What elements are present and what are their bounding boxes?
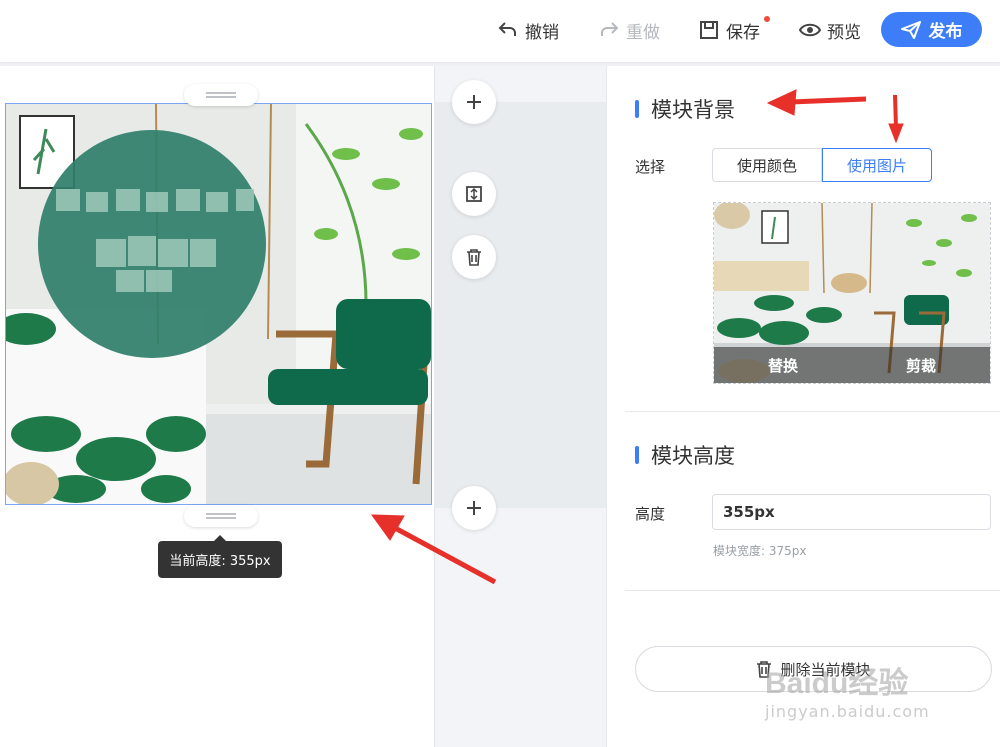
canvas-gutter <box>434 102 606 508</box>
background-image-preview[interactable]: 替换 剪裁 <box>713 202 991 384</box>
height-tooltip: 当前高度: 355px <box>158 535 282 578</box>
resize-module-button[interactable] <box>452 172 496 216</box>
section-divider <box>625 411 1000 412</box>
redo-icon <box>598 19 620 41</box>
image-module[interactable] <box>5 103 432 505</box>
add-module-below-button[interactable] <box>452 486 496 530</box>
height-title-text: 模块高度 <box>651 444 735 468</box>
section-marker <box>635 100 639 118</box>
eye-icon <box>799 19 821 41</box>
plus-icon <box>467 95 481 109</box>
section-marker <box>635 446 639 464</box>
background-type-toggle: 使用颜色 使用图片 <box>712 148 932 182</box>
bottom-resize-handle[interactable] <box>184 505 258 527</box>
height-label: 高度 <box>635 505 666 523</box>
baidu-watermark: Baidu经验 jingyan.baidu.com <box>765 640 985 726</box>
unsaved-dot <box>764 16 770 22</box>
undo-button[interactable]: 撤销 <box>497 16 559 44</box>
add-module-above-button[interactable] <box>452 80 496 124</box>
delete-module-quick-button[interactable] <box>452 235 496 279</box>
image-action-bar: 替换 剪裁 <box>714 347 990 383</box>
save-button[interactable]: 保存 <box>698 16 770 44</box>
plus-icon <box>467 501 481 515</box>
preview-button[interactable]: 预览 <box>799 16 861 44</box>
module-width-hint: 模块宽度: 375px <box>713 544 807 558</box>
use-color-option[interactable]: 使用颜色 <box>712 148 822 182</box>
publish-label: 发布 <box>928 22 963 42</box>
send-icon <box>900 20 921 39</box>
height-input[interactable]: 355px <box>712 494 991 530</box>
watermark-brand: Baidu经验 <box>765 667 909 700</box>
crop-image-button[interactable]: 剪裁 <box>852 347 990 383</box>
choose-label: 选择 <box>635 158 666 176</box>
publish-button[interactable]: 发布 <box>881 12 982 47</box>
preview-label: 预览 <box>827 22 861 43</box>
height-section-title: 模块高度 <box>635 440 735 470</box>
undo-label: 撤销 <box>525 22 559 43</box>
background-title-text: 模块背景 <box>651 98 735 122</box>
resize-icon <box>466 186 482 202</box>
section-divider <box>625 590 1000 591</box>
top-toolbar: 撤销 重做 保存 预览 发布 <box>0 0 1000 63</box>
undo-icon <box>497 19 519 41</box>
redo-label: 重做 <box>626 22 660 43</box>
save-icon <box>698 19 720 41</box>
trash-icon <box>467 249 481 266</box>
save-label: 保存 <box>726 22 760 43</box>
watermark-url: jingyan.baidu.com <box>765 702 930 721</box>
replace-image-button[interactable]: 替换 <box>714 347 852 383</box>
module-background-image <box>6 104 431 504</box>
top-resize-handle[interactable] <box>184 84 258 106</box>
redo-button[interactable]: 重做 <box>598 16 660 44</box>
background-section-title: 模块背景 <box>635 94 735 124</box>
use-image-option[interactable]: 使用图片 <box>822 148 932 182</box>
